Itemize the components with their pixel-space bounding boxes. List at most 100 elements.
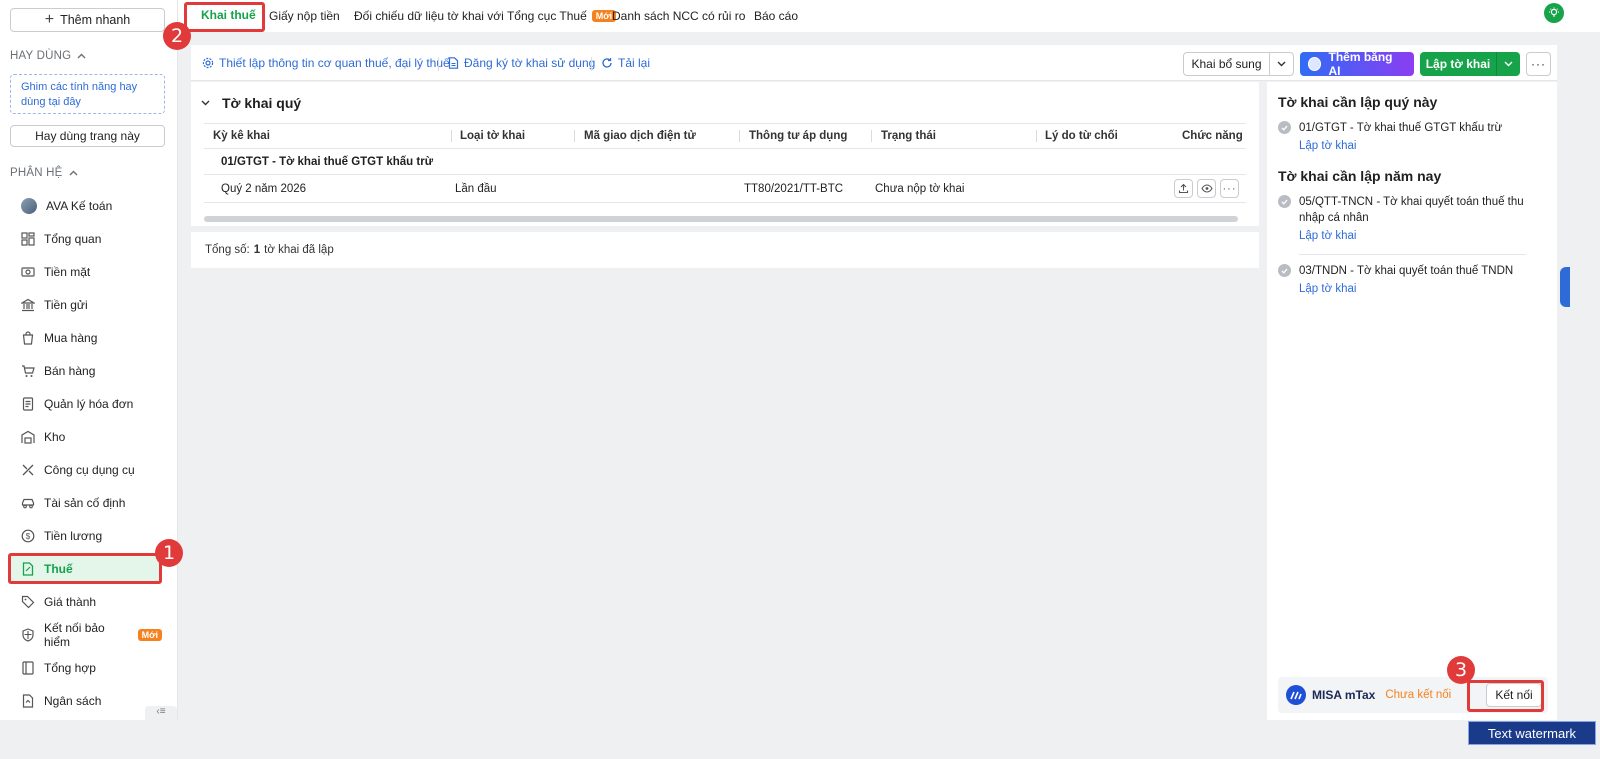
- create-declaration-link[interactable]: Lập tờ khai: [1299, 283, 1548, 295]
- sidebar-item-tien-mat[interactable]: Tiền mặt: [10, 258, 162, 286]
- total-count: 1: [253, 244, 261, 256]
- column-divider: [574, 130, 575, 142]
- setup-tax-agency-link[interactable]: Thiết lập thông tin cơ quan thuế, đại lý…: [202, 45, 450, 81]
- tips-lightbulb-icon[interactable]: [1544, 3, 1564, 23]
- sidebar-item-tien-gui[interactable]: Tiền gửi: [10, 291, 162, 319]
- ava-avatar-icon: [21, 198, 37, 214]
- lightbulb-icon: [1549, 7, 1559, 17]
- quick-add-button[interactable]: + Thêm nhanh: [10, 8, 165, 32]
- refresh-icon: [602, 58, 612, 68]
- sidebar-item-tong-hop[interactable]: Tổng hợp: [10, 654, 162, 682]
- sidebar-item-label: Tiền lương: [44, 529, 103, 543]
- svg-text:$: $: [26, 532, 31, 541]
- year-required-title: Tờ khai cần lập năm nay: [1278, 168, 1442, 184]
- pin-hint-box: Ghim các tính năng hay dùng tại đây: [10, 74, 165, 114]
- sidebar-item-ngan-sach[interactable]: Ngân sách: [10, 687, 162, 715]
- sidebar-item-kho[interactable]: Kho: [10, 423, 162, 451]
- more-icon: ···: [1222, 182, 1237, 195]
- column-divider: [871, 130, 872, 142]
- cell-status: Chưa nộp tờ khai: [875, 182, 965, 195]
- group-row-label: 01/GTGT - Tờ khai thuế GTGT khấu trừ: [221, 155, 434, 168]
- column-header-period[interactable]: Kỳ kê khai: [213, 124, 270, 148]
- sidebar-item-cong-cu-dung-cu[interactable]: Công cụ dụng cụ: [10, 456, 162, 484]
- create-declaration-button[interactable]: Lập tờ khai: [1420, 52, 1496, 76]
- sidebar-item-gia-thanh[interactable]: Giá thành: [10, 588, 162, 616]
- quick-add-label: Thêm nhanh: [60, 13, 131, 27]
- plus-icon: +: [44, 11, 55, 28]
- action-toolbar: Thiết lập thông tin cơ quan thuế, đại lý…: [191, 45, 1557, 81]
- chevron-down-icon: [1277, 61, 1286, 67]
- modules-section-title[interactable]: PHÂN HỆ: [10, 167, 78, 179]
- create-declaration-link[interactable]: Lập tờ khai: [1299, 140, 1548, 152]
- cart-icon: [22, 365, 35, 377]
- sidebar-item-mua-hang[interactable]: Mua hàng: [10, 324, 162, 352]
- highlight-box-step-1: [8, 553, 162, 584]
- column-header-circular[interactable]: Thông tư áp dụng: [749, 124, 847, 148]
- setup-link-label: Thiết lập thông tin cơ quan thuế, đại lý…: [219, 56, 450, 70]
- check-circle-icon: [1278, 264, 1291, 277]
- column-header-type[interactable]: Loại tờ khai: [460, 124, 525, 148]
- sidebar-item-quan-ly-hoa-don[interactable]: Quản lý hóa đơn: [10, 390, 162, 418]
- summary-book-icon: [22, 661, 34, 675]
- total-summary: Tổng số: 1 tờ khai đã lập: [191, 232, 1259, 268]
- required-item-05-qtt-tncn: 05/QTT-TNCN - Tờ khai quyết toán thuế th…: [1278, 194, 1548, 242]
- supplement-dropdown-button[interactable]: [1269, 52, 1294, 76]
- sidebar-item-label: Giá thành: [44, 595, 97, 609]
- sidebar-item-ban-hang[interactable]: Bán hàng: [10, 357, 162, 385]
- chevron-down-icon: [201, 100, 210, 106]
- sidebar-item-tong-quan[interactable]: Tổng quan: [10, 225, 162, 253]
- item-code: 01/GTGT: [1299, 122, 1347, 134]
- tab-bao-cao[interactable]: Báo cáo: [754, 0, 798, 32]
- highlight-box-step-3: [1467, 680, 1544, 712]
- gear-icon: [202, 57, 214, 69]
- quarter-group-toggle[interactable]: Tờ khai quý: [201, 95, 301, 111]
- horizontal-scrollbar[interactable]: [204, 216, 1238, 222]
- check-circle-icon: [1278, 121, 1291, 134]
- supplement-declaration-button[interactable]: Khai bổ sung: [1183, 52, 1270, 76]
- sidebar-item-label: Ngân sách: [44, 694, 102, 708]
- sidebar-item-tai-san-co-dinh[interactable]: Tài sản cố định: [10, 489, 162, 517]
- column-header-transaction-code[interactable]: Mã giao dịch điện tử: [584, 124, 696, 148]
- row-more-button[interactable]: ···: [1220, 179, 1239, 198]
- sidebar-item-label: Tài sản cố định: [44, 496, 126, 510]
- required-item-03-tndn: 03/TNDN - Tờ khai quyết toán thuế TNDN L…: [1278, 263, 1548, 295]
- collapse-sidebar-button[interactable]: ‹≡: [145, 706, 177, 720]
- column-header-status[interactable]: Trạng thái: [881, 124, 936, 148]
- create-declaration-link[interactable]: Lập tờ khai: [1299, 230, 1548, 242]
- pin-hint-text: Ghim các tính năng hay dùng tại đây: [21, 81, 138, 108]
- required-item-01-gtgt: 01/GTGT - Tờ khai thuế GTGT khấu trừ Lập…: [1278, 120, 1548, 152]
- tab-label: Báo cáo: [754, 9, 799, 23]
- upload-icon: [1178, 183, 1189, 194]
- create-dropdown-button[interactable]: [1496, 52, 1520, 76]
- row-actions: ···: [1174, 179, 1239, 198]
- supplement-label: Khai bổ sung: [1191, 57, 1262, 71]
- column-header-reject-reason[interactable]: Lý do từ chối: [1045, 124, 1118, 148]
- car-icon: [21, 498, 35, 509]
- document-icon: [448, 57, 459, 69]
- tab-doi-chieu-du-lieu[interactable]: Đối chiếu dữ liệu tờ khai với Tổng cục T…: [354, 0, 617, 32]
- add-with-ai-button[interactable]: Thêm bằng AI: [1300, 50, 1414, 78]
- register-declaration-link[interactable]: Đăng ký tờ khai sử dụng: [448, 45, 595, 81]
- frequent-section-title[interactable]: HAY DÙNG: [10, 50, 86, 62]
- tab-giay-nop-tien[interactable]: Giấy nộp tiền: [269, 0, 340, 32]
- budget-icon: [22, 694, 34, 708]
- sidebar-item-label: Tổng hợp: [44, 661, 96, 675]
- use-this-page-button[interactable]: Hay dùng trang này: [10, 125, 165, 147]
- submit-upload-button[interactable]: [1174, 179, 1193, 198]
- modules-title-text: PHÂN HỆ: [10, 167, 63, 179]
- view-button[interactable]: [1197, 179, 1216, 198]
- chevron-up-icon: [69, 170, 78, 176]
- reload-link[interactable]: Tải lại: [601, 45, 650, 81]
- sidebar-item-ava-ke-toan[interactable]: AVA Kế toán: [10, 192, 162, 220]
- table-row[interactable]: Quý 2 năm 2026 Lần đầu TT80/2021/TT-BTC …: [204, 175, 1246, 203]
- eye-icon: [1200, 184, 1213, 193]
- item-name: Tờ khai thuế GTGT khấu trừ: [1356, 122, 1503, 134]
- sidebar-item-tien-luong[interactable]: $ Tiền lương: [10, 522, 162, 550]
- tab-danh-sach-ncc-rui-ro[interactable]: Danh sách NCC có rủi ro: [612, 0, 745, 32]
- sidebar-item-label: Tiền mặt: [44, 265, 91, 279]
- sidebar-item-label: Quản lý hóa đơn: [44, 397, 134, 411]
- side-panel-handle[interactable]: [1560, 267, 1570, 307]
- mtax-logo-icon: [1286, 685, 1306, 705]
- more-options-button[interactable]: ···: [1526, 52, 1551, 76]
- sidebar-item-ket-noi-bao-hiem[interactable]: Kết nối bảo hiểm Mới: [10, 621, 162, 649]
